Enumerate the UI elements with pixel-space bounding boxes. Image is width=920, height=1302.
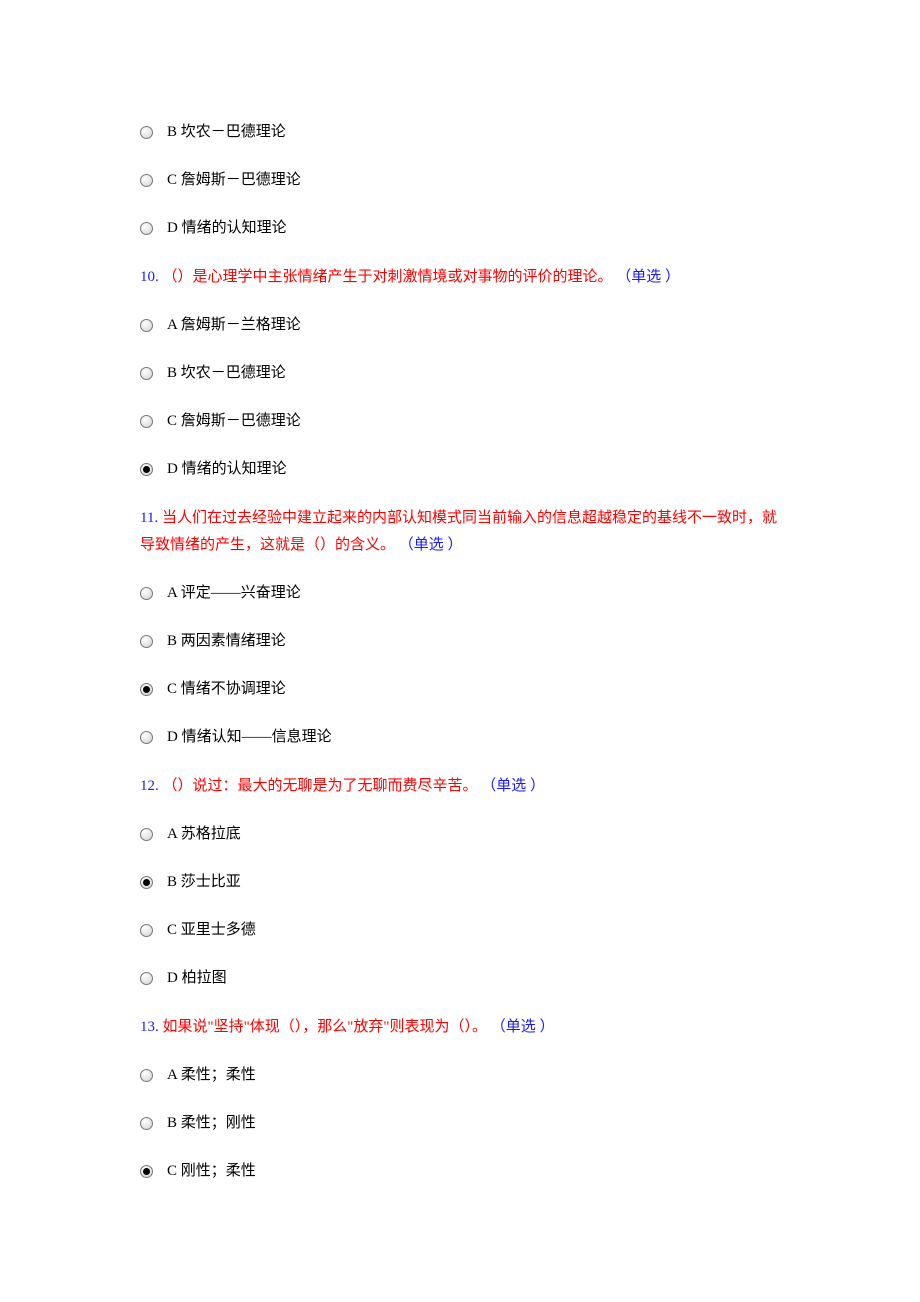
question-text: 如果说"坚持"体现（），那么"放弃"则表现为（）。 <box>163 1019 488 1035</box>
option-row[interactable]: B 莎士比亚 <box>140 870 780 894</box>
radio-button[interactable] <box>140 876 153 889</box>
option-row[interactable]: A 苏格拉底 <box>140 822 780 846</box>
option-row[interactable]: A 评定——兴奋理论 <box>140 581 780 605</box>
radio-button[interactable] <box>140 319 153 332</box>
radio-button[interactable] <box>140 415 153 428</box>
option-label: B 柔性；刚性 <box>167 1111 256 1135</box>
radio-button[interactable] <box>140 126 153 139</box>
option-row[interactable]: C 詹姆斯－巴德理论 <box>140 409 780 433</box>
option-row[interactable]: B 坎农－巴德理论 <box>140 120 780 144</box>
option-label: C 詹姆斯－巴德理论 <box>167 168 301 192</box>
radio-button[interactable] <box>140 587 153 600</box>
option-label: D 柏拉图 <box>167 966 227 990</box>
option-label: A 苏格拉底 <box>167 822 241 846</box>
option-row[interactable]: D 柏拉图 <box>140 966 780 990</box>
option-row[interactable]: B 坎农－巴德理论 <box>140 361 780 385</box>
option-label: C 情绪不协调理论 <box>167 677 286 701</box>
option-label: A 柔性；柔性 <box>167 1063 256 1087</box>
option-row[interactable]: C 情绪不协调理论 <box>140 677 780 701</box>
option-label: B 莎士比亚 <box>167 870 241 894</box>
radio-button[interactable] <box>140 924 153 937</box>
radio-button[interactable] <box>140 1117 153 1130</box>
question-prompt: 10. （）是心理学中主张情绪产生于对刺激情境或对事物的评价的理论。 （单选 ） <box>140 264 780 291</box>
quiz-content: B 坎农－巴德理论 C 詹姆斯－巴德理论 D 情绪的认知理论 10. （）是心理学中主… <box>140 120 780 1183</box>
option-row[interactable]: D 情绪的认知理论 <box>140 457 780 481</box>
option-label: B 两因素情绪理论 <box>167 629 286 653</box>
option-row[interactable]: B 两因素情绪理论 <box>140 629 780 653</box>
radio-button[interactable] <box>140 1069 153 1082</box>
question-number: 12. <box>140 778 159 794</box>
question-prompt: 13. 如果说"坚持"体现（），那么"放弃"则表现为（）。 （单选 ） <box>140 1014 780 1041</box>
question-text: （）说过：最大的无聊是为了无聊而费尽辛苦。 <box>163 778 478 794</box>
radio-button[interactable] <box>140 463 153 476</box>
question-number: 10. <box>140 269 159 285</box>
radio-button[interactable] <box>140 683 153 696</box>
radio-button[interactable] <box>140 635 153 648</box>
radio-button[interactable] <box>140 731 153 744</box>
option-label: C 亚里士多德 <box>167 918 256 942</box>
option-label: B 坎农－巴德理论 <box>167 120 286 144</box>
question-type: （单选 ） <box>491 1019 555 1035</box>
option-row[interactable]: C 刚性；柔性 <box>140 1159 780 1183</box>
option-row[interactable]: C 亚里士多德 <box>140 918 780 942</box>
question-type: （单选 ） <box>616 269 680 285</box>
radio-button[interactable] <box>140 828 153 841</box>
question-number: 11. <box>140 510 158 526</box>
question-text: （）是心理学中主张情绪产生于对刺激情境或对事物的评价的理论。 <box>163 269 613 285</box>
option-label: B 坎农－巴德理论 <box>167 361 286 385</box>
option-row[interactable]: B 柔性；刚性 <box>140 1111 780 1135</box>
question-prompt: 11. 当人们在过去经验中建立起来的内部认知模式同当前输入的信息超越稳定的基线不… <box>140 505 780 559</box>
option-row[interactable]: A 詹姆斯－兰格理论 <box>140 313 780 337</box>
option-row[interactable]: D 情绪认知——信息理论 <box>140 725 780 749</box>
option-label: A 评定——兴奋理论 <box>167 581 301 605</box>
option-label: D 情绪的认知理论 <box>167 457 287 481</box>
radio-button[interactable] <box>140 1165 153 1178</box>
question-prompt: 12. （）说过：最大的无聊是为了无聊而费尽辛苦。 （单选 ） <box>140 773 780 800</box>
option-row[interactable]: A 柔性；柔性 <box>140 1063 780 1087</box>
option-row[interactable]: C 詹姆斯－巴德理论 <box>140 168 780 192</box>
radio-button[interactable] <box>140 222 153 235</box>
option-label: C 刚性；柔性 <box>167 1159 256 1183</box>
option-label: A 詹姆斯－兰格理论 <box>167 313 301 337</box>
question-type: （单选 ） <box>399 537 463 553</box>
option-label: D 情绪认知——信息理论 <box>167 725 332 749</box>
option-row[interactable]: D 情绪的认知理论 <box>140 216 780 240</box>
radio-button[interactable] <box>140 972 153 985</box>
question-number: 13. <box>140 1019 159 1035</box>
option-label: C 詹姆斯－巴德理论 <box>167 409 301 433</box>
radio-button[interactable] <box>140 367 153 380</box>
option-label: D 情绪的认知理论 <box>167 216 287 240</box>
radio-button[interactable] <box>140 174 153 187</box>
question-type: （单选 ） <box>481 778 545 794</box>
